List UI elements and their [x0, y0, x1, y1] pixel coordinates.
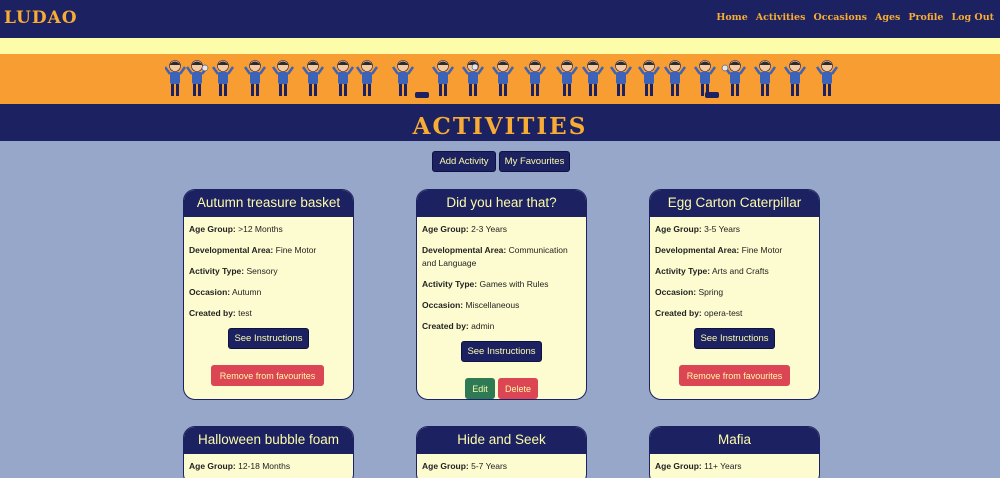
- delete-button[interactable]: Delete: [498, 378, 538, 399]
- activity-card: Halloween bubble foam Age Group: 12-18 M…: [183, 426, 354, 478]
- banner-top-strip: [0, 38, 1000, 54]
- page-title: ACTIVITIES: [412, 113, 588, 140]
- developmental-area-field: Developmental Area: Fine Motor: [655, 245, 783, 255]
- see-instructions-button[interactable]: See Instructions: [461, 341, 542, 362]
- age-group-field: Age Group: >12 Months: [189, 224, 283, 234]
- activity-card: Mafia Age Group: 11+ Years: [649, 426, 820, 478]
- developmental-area-field: Developmental Area: Fine Motor: [189, 245, 317, 255]
- nav-link-home[interactable]: Home: [716, 12, 747, 23]
- occasion-field: Occasion: Spring: [655, 287, 724, 297]
- nav-link-ages[interactable]: Ages: [875, 12, 900, 23]
- hero-banner: [0, 54, 1000, 104]
- activity-type-field: Activity Type: Arts and Crafts: [655, 266, 769, 276]
- age-group-field: Age Group: 2-3 Years: [422, 224, 508, 234]
- my-favourites-button[interactable]: My Favourites: [499, 151, 570, 172]
- activity-card: Autumn treasure basket Age Group: >12 Mo…: [183, 189, 354, 400]
- activity-type-field: Activity Type: Sensory: [189, 266, 278, 276]
- see-instructions-button[interactable]: See Instructions: [694, 328, 775, 349]
- card-title: Autumn treasure basket: [184, 190, 353, 217]
- nav-link-activities[interactable]: Activities: [756, 12, 806, 23]
- occasion-field: Occasion: Autumn: [189, 287, 262, 297]
- age-group-field: Age Group: 5-7 Years: [422, 461, 508, 471]
- created-by-field: Created by: opera-test: [655, 308, 743, 318]
- edit-button[interactable]: Edit: [465, 378, 495, 399]
- navbar: LUDAO Home Activities Occasions Ages Pro…: [0, 0, 1000, 38]
- activity-card: Egg Carton Caterpillar Age Group: 3-5 Ye…: [649, 189, 820, 400]
- created-by-field: Created by: test: [189, 308, 252, 318]
- nav-links: Home Activities Occasions Ages Profile L…: [716, 12, 994, 23]
- activity-card: Did you hear that? Age Group: 2-3 Years …: [416, 189, 587, 400]
- card-title: Halloween bubble foam: [184, 427, 353, 454]
- age-group-field: Age Group: 3-5 Years: [655, 224, 741, 234]
- remove-from-favourites-button[interactable]: Remove from favourites: [211, 365, 324, 386]
- see-instructions-button[interactable]: See Instructions: [228, 328, 309, 349]
- card-title: Mafia: [650, 427, 819, 454]
- nav-link-occasions[interactable]: Occasions: [813, 12, 867, 23]
- developmental-area-field: Developmental Area: Communication and La…: [422, 245, 568, 268]
- activity-type-field: Activity Type: Games with Rules: [422, 279, 549, 289]
- page-title-bar: ACTIVITIES: [0, 104, 1000, 141]
- children-illustration: [165, 59, 839, 98]
- card-title: Hide and Seek: [417, 427, 586, 454]
- brand-logo[interactable]: LUDAO: [4, 8, 78, 28]
- occasion-field: Occasion: Miscellaneous: [422, 300, 520, 310]
- nav-link-logout[interactable]: Log Out: [951, 12, 994, 23]
- remove-from-favourites-button[interactable]: Remove from favourites: [679, 365, 790, 386]
- card-title: Egg Carton Caterpillar: [650, 190, 819, 217]
- activity-card: Hide and Seek Age Group: 5-7 Years: [416, 426, 587, 478]
- created-by-field: Created by: admin: [422, 321, 495, 331]
- age-group-field: Age Group: 12-18 Months: [189, 461, 291, 471]
- age-group-field: Age Group: 11+ Years: [655, 461, 742, 471]
- nav-link-profile[interactable]: Profile: [908, 12, 943, 23]
- card-title: Did you hear that?: [417, 190, 586, 217]
- add-activity-button[interactable]: Add Activity: [432, 151, 496, 172]
